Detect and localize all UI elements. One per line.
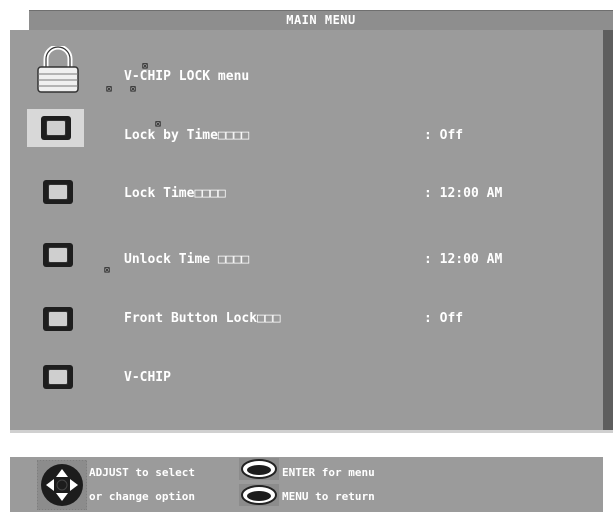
padlock-icon	[37, 46, 79, 93]
glyph-mark: ⊠	[130, 84, 137, 95]
lock-by-time-value[interactable]: : Off	[424, 128, 463, 143]
title-bar: MAIN MENU	[29, 10, 613, 30]
adjust-hint-line1: ADJUST to select	[89, 466, 195, 479]
menu-panel	[10, 30, 603, 433]
square-button-icon[interactable]	[43, 180, 73, 204]
footer-divider	[236, 450, 288, 452]
lock-time-value[interactable]: : 12:00 AM	[424, 186, 502, 201]
unlock-time-value[interactable]: : 12:00 AM	[424, 252, 502, 267]
menu-button-icon	[239, 484, 279, 506]
panel-shadow	[603, 30, 613, 431]
glyph-mark: ⊠	[106, 84, 113, 95]
square-button-icon[interactable]	[43, 307, 73, 331]
lock-time-label[interactable]: Lock Time□□□□	[124, 186, 226, 201]
square-button-icon[interactable]	[43, 365, 73, 389]
panel-bottom-edge	[10, 430, 613, 433]
square-button-icon[interactable]	[43, 243, 73, 267]
adjust-hint-line2: or change option	[89, 490, 195, 503]
direction-pad-icon	[37, 460, 87, 510]
front-button-lock-value[interactable]: : Off	[424, 311, 463, 326]
front-button-lock-label[interactable]: Front Button Lock□□□	[124, 311, 281, 326]
unlock-time-label[interactable]: Unlock Time □□□□	[124, 252, 249, 267]
glyph-mark: ⊠	[142, 61, 149, 72]
enter-hint: ENTER for menu	[282, 466, 375, 479]
glyph-mark: ⊠	[104, 265, 111, 276]
square-button-icon[interactable]	[41, 116, 71, 140]
lock-by-time-label[interactable]: Lock by Time□□□□	[124, 128, 249, 143]
v-chip-label[interactable]: V-CHIP	[124, 370, 171, 385]
menu-title: MAIN MENU	[286, 13, 356, 27]
menu-hint: MENU to return	[282, 490, 375, 503]
enter-button-icon	[239, 458, 279, 480]
